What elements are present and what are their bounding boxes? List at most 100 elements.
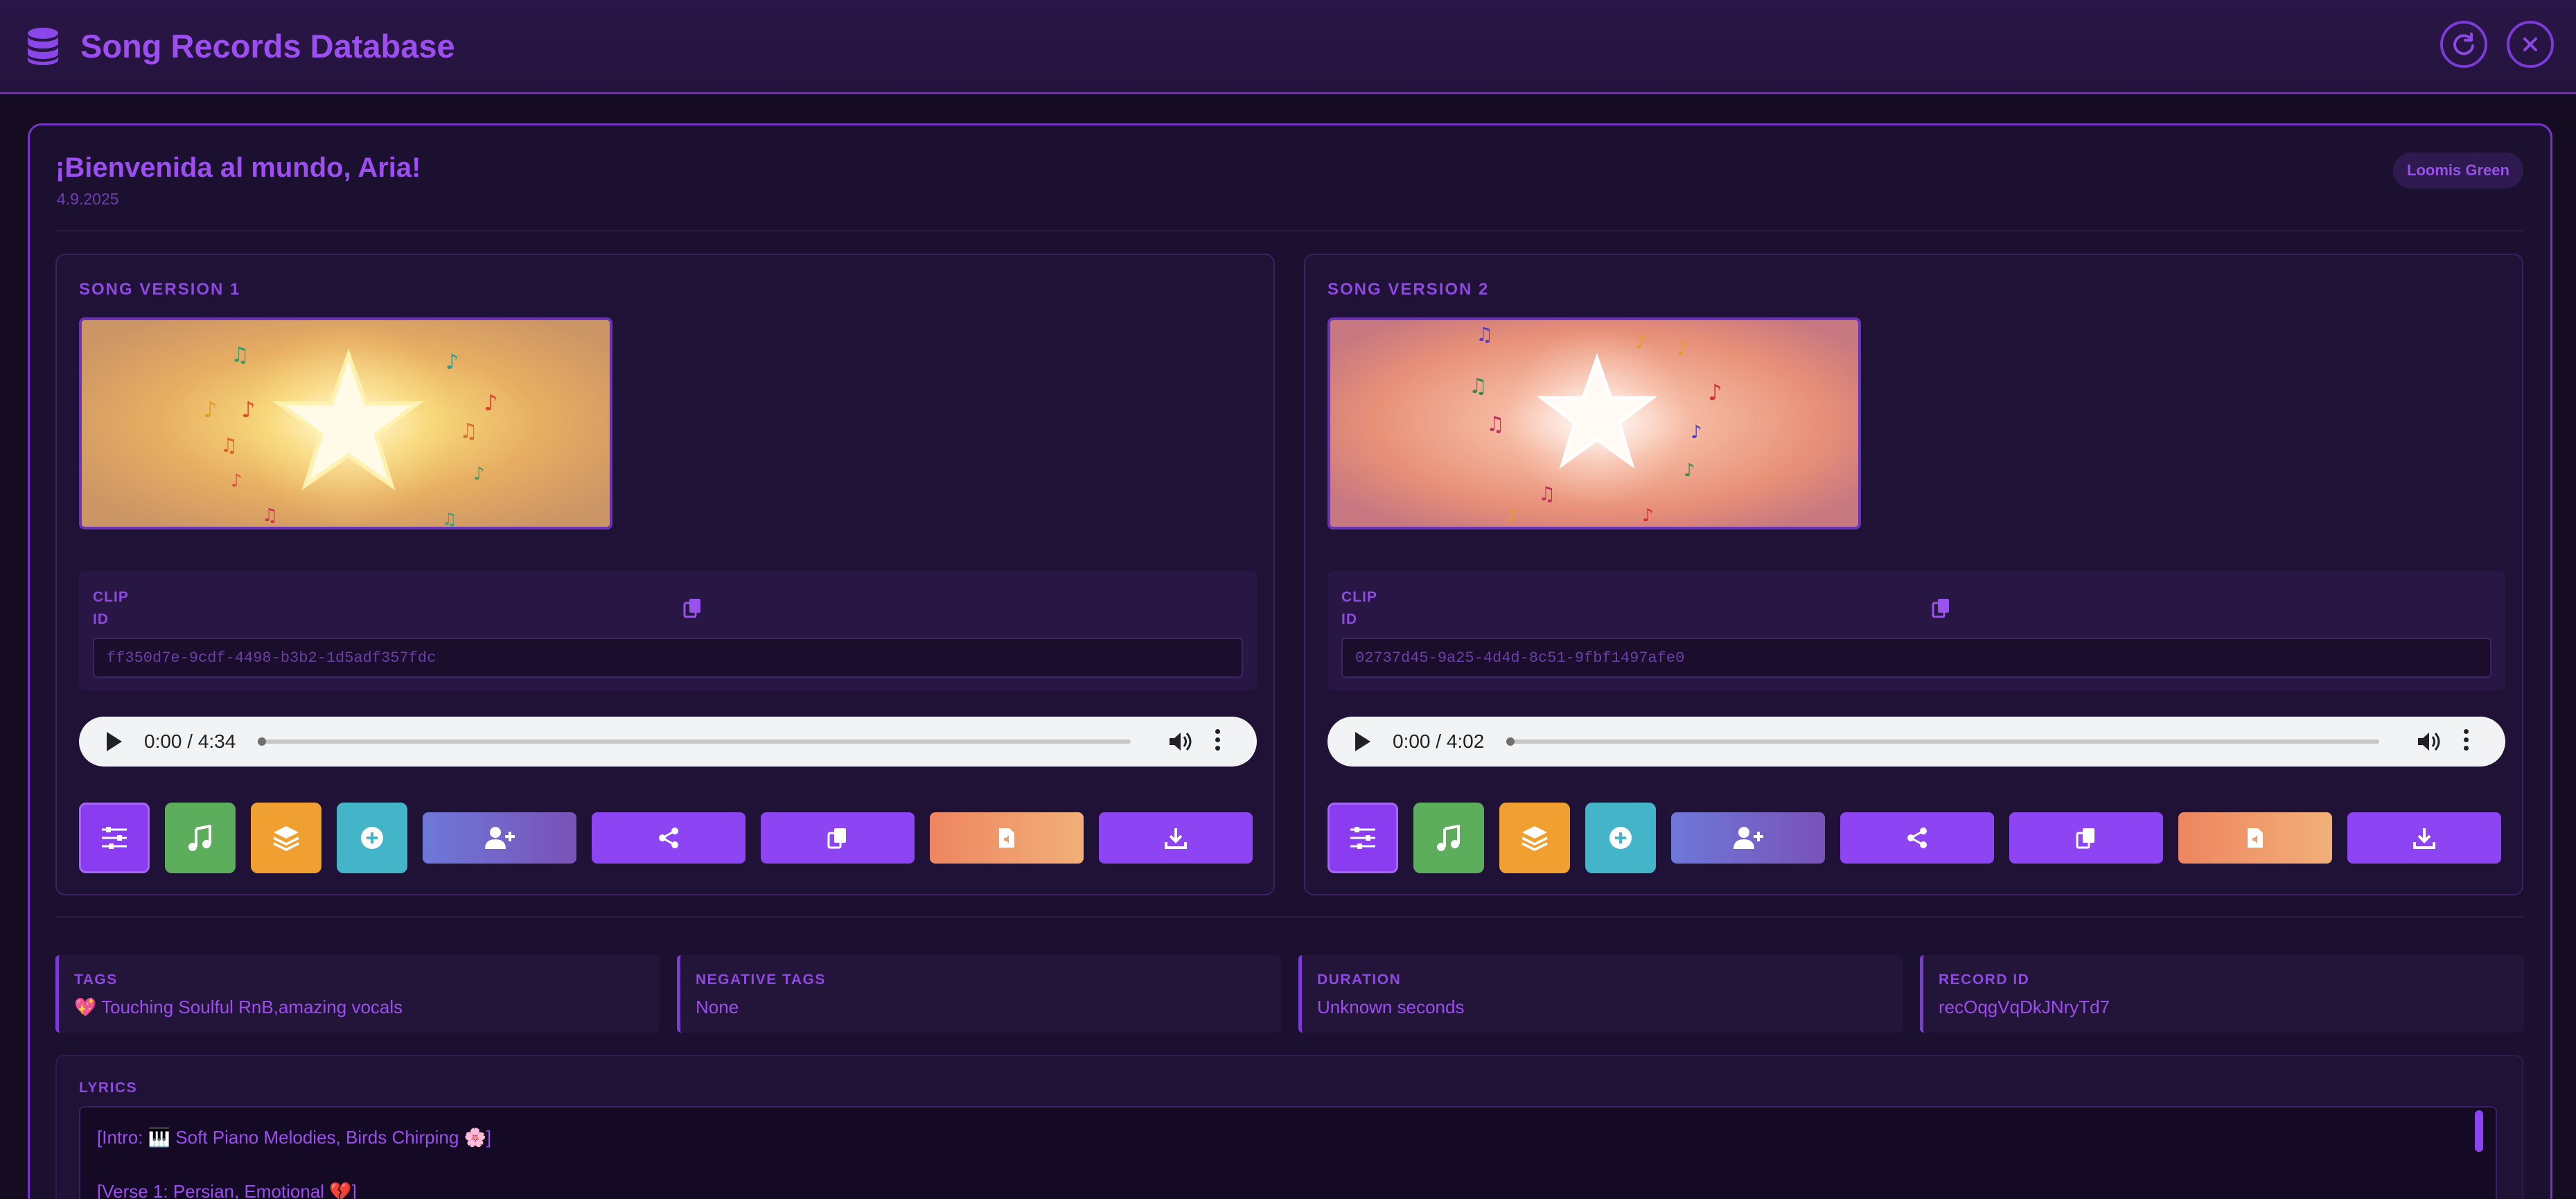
lyrics-scrollbar[interactable] — [2475, 1110, 2483, 1152]
seek-bar[interactable] — [258, 739, 1131, 744]
cover-image[interactable]: ♫ ♪ ♪ ♫ ♪ ♫ ♪ ♪ ♫ ♪ ♫ — [79, 317, 612, 530]
add-user-icon — [485, 827, 515, 849]
share-button[interactable] — [1840, 812, 1994, 864]
refresh-icon — [2453, 33, 2474, 55]
share-icon — [1907, 828, 1927, 848]
share-icon — [659, 828, 678, 848]
download-icon — [2413, 828, 2435, 849]
play-icon[interactable] — [1355, 732, 1370, 751]
audio-player[interactable]: 0:00 / 4:34 — [79, 717, 1257, 767]
add-disc-button[interactable] — [337, 803, 407, 873]
layers-icon — [1521, 826, 1548, 851]
player-time: 0:00 / 4:02 — [1393, 730, 1485, 752]
tags-box: TAGS 💖 Touching Soulful RnB,amazing voca… — [55, 955, 660, 1033]
duration-value: Unknown seconds — [1317, 997, 1465, 1017]
add-user-button[interactable] — [1671, 812, 1825, 864]
svg-text:♫: ♫ — [1476, 323, 1493, 346]
svg-text:♪: ♪ — [1677, 339, 1688, 360]
volume-icon[interactable] — [2417, 730, 2440, 753]
svg-text:♫: ♫ — [1486, 412, 1505, 437]
tags-value: 💖 Touching Soulful RnB,amazing vocals — [74, 997, 403, 1017]
svg-text:♪: ♪ — [1635, 332, 1647, 353]
add-disc-icon — [361, 827, 383, 849]
layers-icon — [273, 826, 299, 851]
clip-id-label: CLIP ID — [1341, 589, 1377, 627]
add-user-button[interactable] — [423, 812, 576, 864]
add-user-icon — [1733, 827, 1763, 849]
clip-id-box: CLIP ID ff350d7e-9cdf-4498-b3b2-1d5adf35… — [79, 571, 1257, 690]
download-button[interactable] — [2347, 812, 2501, 864]
music-button[interactable] — [1413, 803, 1484, 873]
tags-label: TAGS — [74, 972, 118, 988]
app-header: Song Records Database — [0, 0, 2576, 94]
share-button[interactable] — [592, 812, 746, 864]
negative-tags-value: None — [696, 997, 739, 1017]
copy-button[interactable] — [2009, 812, 2163, 864]
sliders-icon — [102, 827, 127, 849]
more-options-icon[interactable] — [2464, 729, 2469, 754]
cover-image[interactable]: ♫ ♫ ♫ ♫ ♪ ♪ ♪ ♪ ♪ ♪ ♪ — [1327, 317, 1861, 530]
volume-icon[interactable] — [1168, 730, 1192, 753]
svg-text:♪: ♪ — [203, 396, 217, 423]
download-button[interactable] — [1099, 812, 1253, 864]
version-title: SONG VERSION 1 — [79, 280, 241, 299]
seek-bar[interactable] — [1506, 739, 2379, 744]
clip-id-field[interactable]: 02737d45-9a25-4d4d-8c51-9fbf1497afe0 — [1341, 638, 2491, 678]
play-icon[interactable] — [107, 732, 122, 751]
audio-file-icon — [999, 828, 1014, 848]
audio-file-button[interactable] — [2178, 812, 2332, 864]
record-date: 4.9.2025 — [57, 190, 119, 208]
svg-text:♫: ♫ — [262, 505, 278, 526]
divider — [55, 230, 2523, 231]
svg-text:♪: ♪ — [231, 471, 242, 491]
database-icon — [28, 27, 58, 65]
divider — [55, 916, 2523, 918]
audio-player[interactable]: 0:00 / 4:02 — [1327, 717, 2505, 767]
negative-tags-box: NEGATIVE TAGS None — [677, 955, 1281, 1033]
add-disc-button[interactable] — [1585, 803, 1656, 873]
copy-icon — [2076, 828, 2094, 849]
copy-button[interactable] — [761, 812, 915, 864]
download-icon — [1165, 828, 1187, 849]
settings-button[interactable] — [79, 803, 150, 873]
more-options-icon[interactable] — [1215, 729, 1221, 754]
clip-id-box: CLIP ID 02737d45-9a25-4d4d-8c51-9fbf1497… — [1327, 571, 2505, 690]
svg-text:♪: ♪ — [445, 350, 459, 374]
lyric-line: [Intro: 🎹 Soft Piano Melodies, Birds Chi… — [97, 1127, 492, 1148]
record-id-value: recOqgVqDkJNryTd7 — [1939, 997, 2110, 1017]
settings-button[interactable] — [1327, 803, 1398, 873]
music-button[interactable] — [165, 803, 236, 873]
svg-text:♪: ♪ — [1507, 506, 1517, 525]
layers-button[interactable] — [1499, 803, 1570, 873]
lyrics-textarea[interactable]: [Intro: 🎹 Soft Piano Melodies, Birds Chi… — [79, 1106, 2497, 1199]
record-title: ¡Bienvenida al mundo, Aria! — [55, 152, 421, 183]
record-id-label: RECORD ID — [1939, 972, 2030, 988]
lyric-line: [Verse 1: Persian, Emotional 💔] — [97, 1181, 357, 1199]
owner-badge[interactable]: Loomis Green — [2393, 152, 2523, 189]
music-note-icon — [188, 825, 211, 851]
version-title: SONG VERSION 2 — [1327, 280, 1490, 299]
negative-tags-label: NEGATIVE TAGS — [696, 972, 826, 988]
player-time: 0:00 / 4:34 — [144, 730, 236, 752]
svg-text:♫: ♫ — [231, 343, 249, 367]
song-version-2-panel: SONG VERSION 2 ♫ ♫ ♫ ♫ ♪ ♪ ♪ ♪ ♪ ♪ ♪ CLI… — [1304, 254, 2523, 895]
svg-text:♫: ♫ — [459, 419, 478, 444]
clip-id-field[interactable]: ff350d7e-9cdf-4498-b3b2-1d5adf357fdc — [93, 638, 1243, 678]
lyrics-panel: LYRICS [Intro: 🎹 Soft Piano Melodies, Bi… — [55, 1055, 2523, 1199]
refresh-button[interactable] — [2440, 21, 2487, 68]
copy-icon[interactable] — [683, 597, 703, 618]
svg-text:♪: ♪ — [1691, 422, 1702, 443]
music-note-icon — [1437, 825, 1460, 851]
sliders-icon — [1350, 827, 1375, 849]
close-button[interactable] — [2507, 21, 2554, 68]
layers-button[interactable] — [251, 803, 321, 873]
seek-handle[interactable] — [1506, 737, 1515, 746]
duration-box: DURATION Unknown seconds — [1298, 955, 1903, 1033]
close-icon — [2523, 37, 2537, 51]
add-disc-icon — [1609, 827, 1632, 849]
svg-text:♪: ♪ — [484, 390, 497, 416]
copy-icon[interactable] — [1932, 597, 1951, 618]
seek-handle[interactable] — [258, 737, 266, 746]
audio-file-button[interactable] — [930, 812, 1084, 864]
copy-icon — [827, 828, 846, 849]
